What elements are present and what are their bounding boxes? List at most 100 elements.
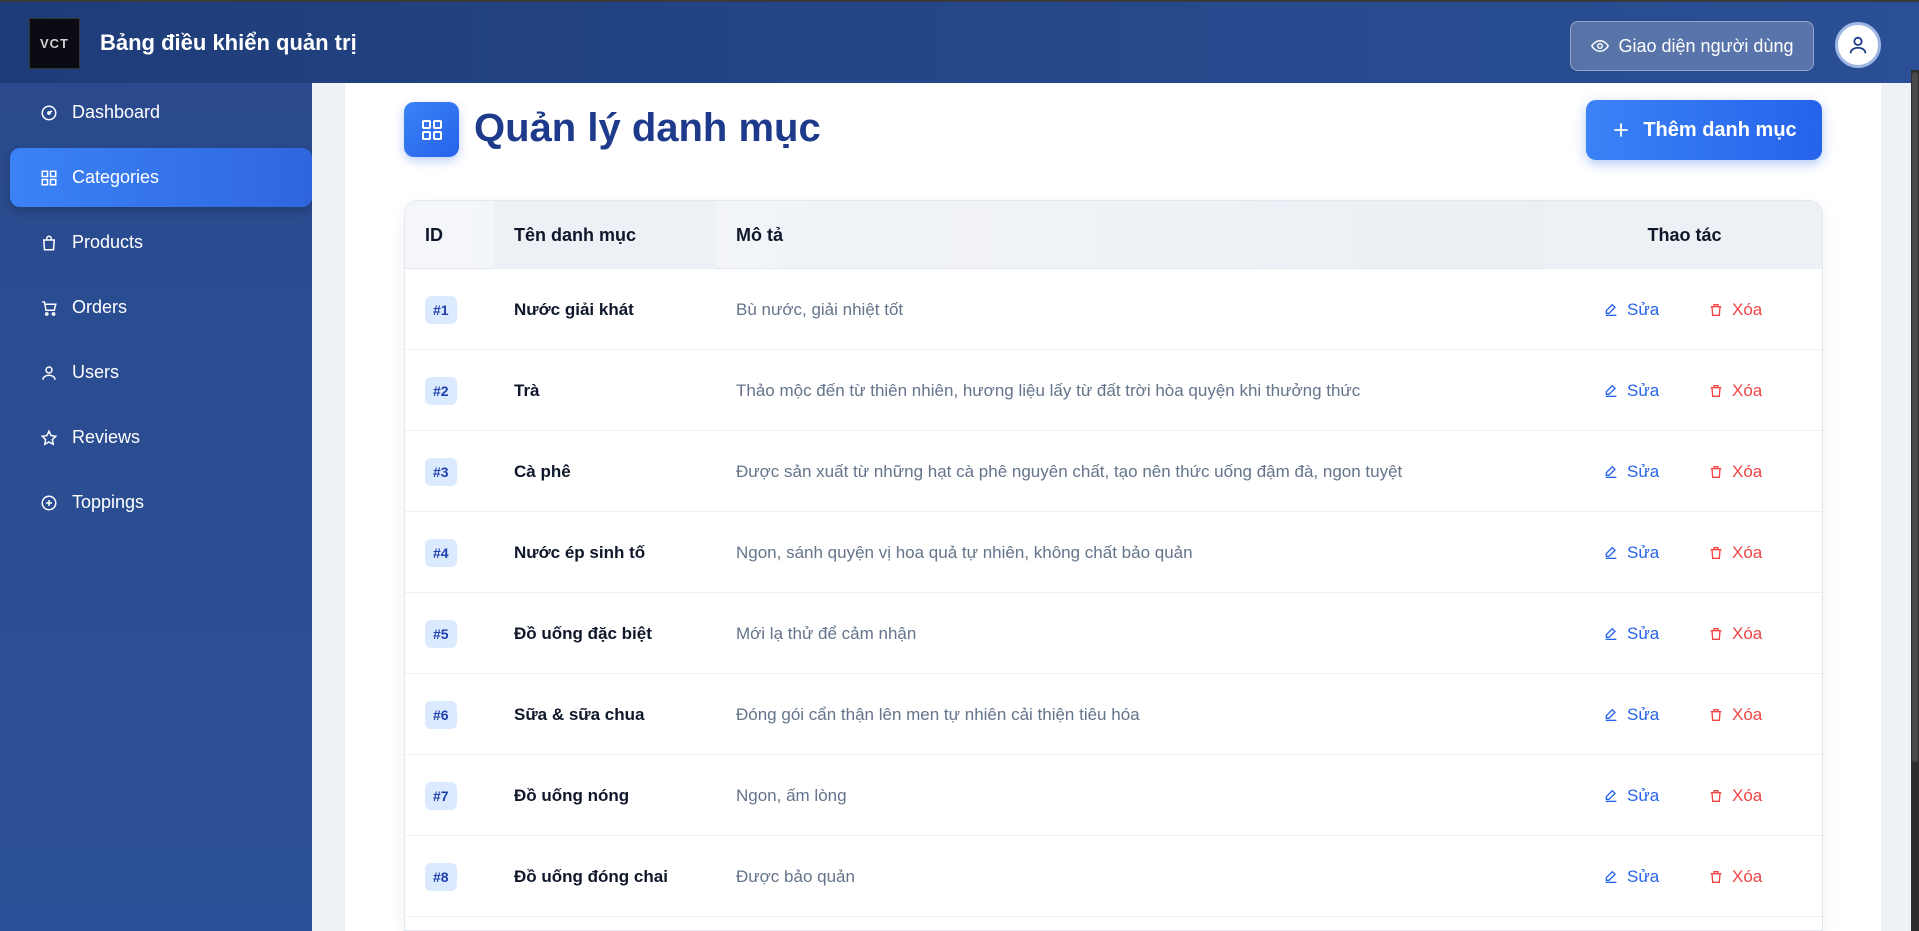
description-cell: Được bảo quản	[736, 866, 855, 886]
sidebar-item-users[interactable]: Users	[10, 343, 312, 402]
delete-button[interactable]: Xóa	[1708, 786, 1762, 806]
edit-cell: Sửa	[1603, 350, 1659, 431]
id-badge: #4	[425, 538, 457, 567]
user-view-button[interactable]: Giao diện người dùng	[1570, 21, 1814, 71]
edit-label: Sửa	[1627, 704, 1660, 724]
trash-icon	[1710, 384, 1722, 397]
grid-icon	[421, 119, 442, 140]
add-category-button[interactable]: Thêm danh mục	[1586, 100, 1822, 160]
id-cell: #1	[425, 269, 457, 350]
sidebar-item-categories[interactable]: Categories	[10, 148, 312, 207]
pencil-icon	[1605, 384, 1617, 397]
delete-button[interactable]: Xóa	[1708, 462, 1762, 482]
delete-label: Xóa	[1732, 542, 1763, 562]
eye-icon	[1590, 39, 1609, 53]
table-header: ID Tên danh mục Mô tả Thao tác	[405, 201, 1822, 269]
delete-label: Xóa	[1732, 785, 1763, 805]
edit-button[interactable]: Sửa	[1603, 543, 1659, 563]
edit-button[interactable]: Sửa	[1603, 624, 1659, 644]
user-icon	[42, 365, 56, 380]
delete-button[interactable]: Xóa	[1708, 705, 1762, 725]
header-actions: Thao tác	[1647, 224, 1722, 245]
edit-button[interactable]: Sửa	[1603, 381, 1659, 401]
trash-icon	[1710, 465, 1722, 478]
delete-cell: Xóa	[1708, 674, 1762, 755]
id-cell: #6	[425, 674, 457, 755]
trash-icon	[1710, 546, 1722, 559]
delete-label: Xóa	[1732, 866, 1763, 886]
id-badge: #1	[425, 295, 457, 324]
delete-button[interactable]: Xóa	[1708, 867, 1762, 887]
edit-label: Sửa	[1627, 785, 1660, 805]
name-cell: Sữa & sữa chua	[514, 704, 645, 724]
description-cell: Bù nước, giải nhiệt tốt	[736, 299, 904, 319]
trash-icon	[1710, 303, 1722, 316]
edit-cell: Sửa	[1603, 431, 1659, 512]
id-cell: #4	[425, 512, 457, 593]
delete-button[interactable]: Xóa	[1708, 543, 1762, 563]
sidebar-item-reviews[interactable]: Reviews	[10, 408, 312, 467]
edit-label: Sửa	[1627, 461, 1660, 481]
name-cell: Nước giải khát	[514, 299, 634, 319]
description-cell: Đóng gói cẩn thận lên men tự nhiên cải t…	[736, 704, 1140, 724]
edit-label: Sửa	[1627, 542, 1660, 562]
app-title: Bảng điều khiển quản trị	[100, 30, 357, 55]
delete-button[interactable]: Xóa	[1708, 381, 1762, 401]
edit-button[interactable]: Sửa	[1603, 705, 1659, 725]
description-cell: Mới lạ thử để cảm nhận	[736, 623, 917, 643]
sidebar-item-label: Users	[72, 362, 120, 382]
sidebar-item-dashboard[interactable]: Dashboard	[10, 83, 312, 142]
header-name[interactable]: Tên danh mục	[514, 201, 636, 269]
edit-cell: Sửa	[1603, 269, 1659, 350]
id-cell: #2	[425, 350, 457, 431]
app-logo[interactable]: VCT	[29, 18, 80, 69]
user-icon	[1849, 36, 1867, 54]
id-cell: #8	[425, 836, 457, 917]
description-cell: Thảo mộc đến từ thiên nhiên, hương liệu …	[736, 380, 1361, 400]
id-badge: #6	[425, 700, 457, 729]
sidebar-item-toppings[interactable]: Toppings	[10, 473, 312, 532]
edit-button[interactable]: Sửa	[1603, 300, 1659, 320]
edit-button[interactable]: Sửa	[1603, 462, 1659, 482]
sidebar-item-orders[interactable]: Orders	[10, 278, 312, 337]
delete-button[interactable]: Xóa	[1708, 624, 1762, 644]
edit-cell: Sửa	[1603, 593, 1659, 674]
user-avatar[interactable]	[1835, 22, 1881, 68]
delete-cell: Xóa	[1708, 593, 1762, 674]
header-description[interactable]: Mô tả	[736, 201, 783, 269]
sidebar-item-products[interactable]: Products	[10, 213, 312, 272]
scrollbar-thumb[interactable]	[1912, 72, 1918, 762]
id-cell: #7	[425, 755, 457, 836]
shopping-bag-icon	[42, 235, 56, 250]
edit-button[interactable]: Sửa	[1603, 786, 1659, 806]
plus-icon	[1614, 123, 1628, 137]
delete-label: Xóa	[1732, 299, 1763, 319]
trash-icon	[1710, 789, 1722, 802]
delete-button[interactable]: Xóa	[1708, 300, 1762, 320]
user-view-label: Giao diện người dùng	[1618, 35, 1794, 56]
id-badge: #5	[425, 619, 457, 648]
dashboard-icon	[41, 105, 57, 120]
trash-icon	[1710, 708, 1722, 721]
table-row: #1 Nước giải khát Bù nước, giải nhiệt tốt S…	[405, 269, 1822, 350]
categories-table: ID Tên danh mục Mô tả Thao tác #1 Nước gi…	[404, 200, 1823, 931]
sidebar-item-label: Reviews	[72, 427, 141, 447]
page-title: Quản lý danh mục	[474, 106, 821, 150]
add-category-label: Thêm danh mục	[1643, 118, 1797, 141]
description-cell: Ngon, ấm lòng	[736, 785, 847, 805]
pencil-icon	[1605, 870, 1617, 883]
name-cell: Cà phê	[514, 461, 571, 481]
table-row: #2 Trà Thảo mộc đến từ thiên nhiên, hương …	[405, 350, 1822, 431]
trash-icon	[1710, 870, 1722, 883]
table-row: #8 Đồ uống đóng chai Được bảo quản Sửa Xóa	[405, 836, 1822, 917]
name-cell: Đồ uống nóng	[514, 785, 630, 805]
sidebar-item-label: Toppings	[72, 492, 145, 512]
id-badge: #2	[425, 376, 457, 405]
pencil-icon	[1605, 303, 1617, 316]
table-row: #6 Sữa & sữa chua Đóng gói cẩn thận lên me…	[405, 674, 1822, 755]
edit-button[interactable]: Sửa	[1603, 867, 1659, 887]
edit-cell: Sửa	[1603, 512, 1659, 593]
delete-cell: Xóa	[1708, 755, 1762, 836]
id-cell: #5	[425, 593, 457, 674]
header-id[interactable]: ID	[425, 201, 443, 269]
